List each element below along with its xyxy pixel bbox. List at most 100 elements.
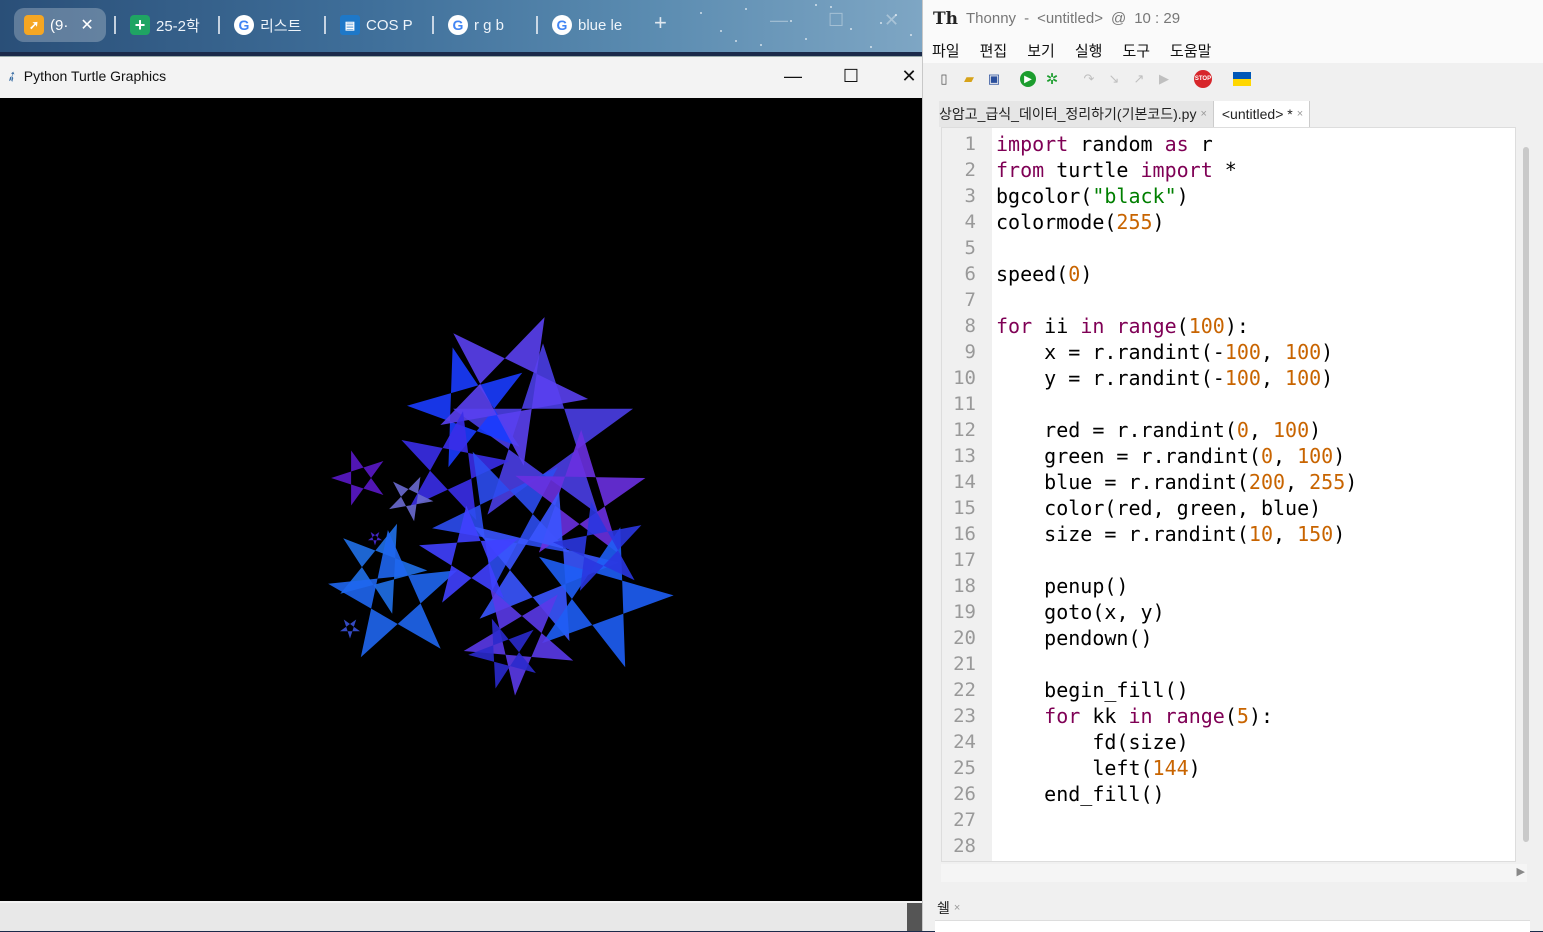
ukraine-flag-icon[interactable] — [1233, 72, 1251, 86]
code-line[interactable] — [996, 235, 1357, 261]
resume-icon[interactable]: ▶ — [1155, 70, 1173, 88]
code-line[interactable]: colormode(255) — [996, 209, 1357, 235]
menu-item[interactable]: 도움말 — [1169, 40, 1220, 61]
editor-tab-close-icon[interactable]: × — [1200, 108, 1206, 120]
menu-item[interactable]: 도구 — [1121, 40, 1159, 61]
stop-icon[interactable]: STOP — [1194, 70, 1212, 88]
browser-tab[interactable]: +25-2학 — [120, 8, 212, 42]
code-line[interactable]: color(red, green, blue) — [996, 495, 1357, 521]
code-line[interactable]: y = r.randint(-100, 100) — [996, 365, 1357, 391]
code-text[interactable]: import random as r from turtle import * bg… — [996, 131, 1357, 859]
code-line[interactable]: bgcolor("black") — [996, 183, 1357, 209]
code-token: () — [1104, 574, 1129, 598]
code-line[interactable]: from turtle import * — [996, 157, 1357, 183]
code-number: 100 — [1297, 444, 1334, 468]
code-line[interactable]: penup() — [996, 573, 1357, 599]
code-token: () — [1164, 678, 1189, 702]
maximize-icon[interactable]: ☐ — [828, 10, 844, 31]
code-token: r — [1128, 522, 1141, 546]
google-icon: G — [234, 15, 254, 35]
horizontal-scrollbar[interactable]: ▶ — [941, 864, 1527, 882]
maximize-button[interactable]: ☐ — [822, 57, 880, 95]
browser-tab[interactable]: G 리스트 — [224, 8, 316, 42]
line-number: 7 — [964, 289, 976, 311]
code-token: ( — [1236, 522, 1249, 546]
code-token: = — [1056, 366, 1093, 390]
code-line[interactable]: import random as r — [996, 131, 1357, 157]
menu-item[interactable]: 편집 — [979, 40, 1017, 61]
debug-icon[interactable]: ✲ — [1043, 70, 1061, 88]
code-line[interactable]: speed(0) — [996, 261, 1357, 287]
shell-tab[interactable]: 쉘 × — [937, 896, 960, 920]
step-out-icon[interactable]: ↗ — [1130, 70, 1148, 88]
new-file-icon[interactable]: ▯ — [935, 70, 953, 88]
editor-tab[interactable]: 상암고_급식_데이터_정리하기(기본코드).py × — [939, 101, 1214, 127]
scroll-right-icon[interactable]: ▶ — [1517, 865, 1525, 878]
vertical-scrollbar[interactable] — [1523, 147, 1529, 842]
browser-tab[interactable]: ➚ (9· ✕ — [14, 8, 106, 42]
code-line[interactable]: goto(x, y) — [996, 599, 1357, 625]
editor-tab-close-icon[interactable]: × — [1297, 108, 1303, 120]
code-line[interactable]: left(144) — [996, 755, 1357, 781]
code-token: r — [1200, 132, 1213, 156]
menu-item[interactable]: 파일 — [931, 40, 969, 61]
menu-item[interactable]: 실행 — [1074, 40, 1112, 61]
sparkle — [700, 12, 702, 14]
code-line[interactable]: for ii in range(100): — [996, 313, 1357, 339]
code-line[interactable]: pendown() — [996, 625, 1357, 651]
code-line[interactable]: blue = r.randint(200, 255) — [996, 469, 1357, 495]
code-line[interactable]: green = r.randint(0, 100) — [996, 443, 1357, 469]
code-token: ): — [1224, 314, 1249, 338]
shell-tab-close-icon[interactable]: × — [954, 902, 960, 914]
code-line[interactable] — [996, 287, 1357, 313]
code-token: speed — [996, 262, 1057, 286]
menu-bar: 파일 편집 보기 실행 도구 도움말 — [923, 37, 1543, 63]
code-line[interactable]: x = r.randint(-100, 100) — [996, 339, 1357, 365]
code-token: r — [1128, 470, 1141, 494]
shell-area[interactable] — [935, 920, 1530, 932]
close-tab-icon[interactable]: ✕ — [80, 15, 93, 35]
close-icon[interactable]: ✕ — [884, 10, 899, 31]
line-number: 2 — [964, 159, 976, 181]
step-into-icon[interactable]: ↘ — [1105, 70, 1123, 88]
code-line[interactable] — [996, 391, 1357, 417]
code-line[interactable]: fd(size) — [996, 729, 1357, 755]
code-line[interactable]: begin_fill() — [996, 677, 1357, 703]
code-editor[interactable]: 1 2 3 4 5 6 7 8 9 10 11 12 13 14 15 16 17 18 19 20 21 22 23 24 2… — [941, 127, 1516, 862]
file-name: <untitled> — [1037, 10, 1103, 27]
code-number: 100 — [1273, 418, 1310, 442]
turtle-titlebar[interactable]: ➶ Python Turtle Graphics — ☐ ✕ — [0, 57, 938, 95]
code-line[interactable]: red = r.randint(0, 100) — [996, 417, 1357, 443]
open-folder-icon[interactable]: ▰ — [960, 70, 978, 88]
google-icon: G — [448, 15, 468, 35]
menu-item[interactable]: 보기 — [1026, 40, 1064, 61]
code-token: end_fill — [1044, 782, 1141, 806]
step-over-icon[interactable]: ↷ — [1080, 70, 1098, 88]
browser-tab[interactable]: ▤ COS P — [330, 8, 422, 42]
code-line[interactable] — [996, 807, 1357, 833]
editor-tab[interactable]: <untitled> * × — [1213, 101, 1311, 127]
code-line[interactable] — [996, 547, 1357, 573]
run-icon[interactable]: ▶ — [1020, 71, 1036, 87]
code-line[interactable]: for kk in range(5): — [996, 703, 1357, 729]
sparkle — [805, 38, 807, 40]
new-tab-button[interactable]: + — [654, 10, 667, 36]
line-number: 4 — [964, 211, 976, 233]
code-token: ( — [1248, 444, 1261, 468]
code-keyword: in — [1128, 704, 1153, 728]
sparkle — [880, 22, 882, 24]
code-line[interactable] — [996, 833, 1357, 859]
code-line[interactable]: end_fill() — [996, 781, 1357, 807]
minimize-icon[interactable]: — — [770, 10, 788, 31]
browser-tab[interactable]: Gr g b — [438, 8, 528, 42]
minimize-button[interactable]: — — [764, 57, 822, 95]
code-line[interactable] — [996, 651, 1357, 677]
code-token: x — [1044, 340, 1057, 364]
save-icon[interactable]: ▣ — [985, 70, 1003, 88]
title-separator: - — [1024, 10, 1030, 27]
code-line[interactable]: size = r.randint(10, 150) — [996, 521, 1357, 547]
line-number: 24 — [953, 731, 976, 753]
browser-tab[interactable]: Gblue le — [542, 8, 634, 42]
thonny-titlebar[interactable]: Th Thonny - <untitled> @ 10 : 29 — [923, 0, 1543, 37]
code-token: . — [1104, 366, 1117, 390]
